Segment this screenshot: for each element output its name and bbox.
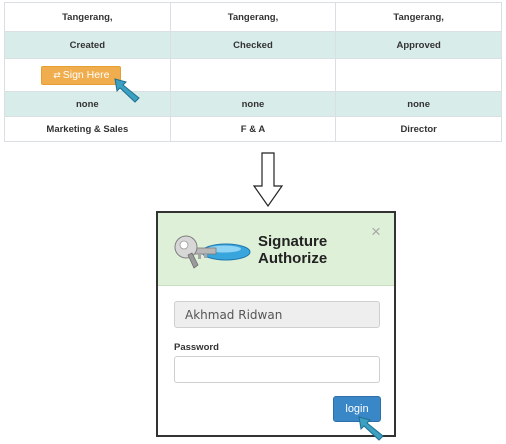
table-cell: Director: [335, 116, 502, 142]
modal-title: Signature Authorize: [258, 233, 368, 267]
table-cell: Checked: [169, 31, 337, 59]
table-cell: Created: [4, 31, 171, 59]
close-icon[interactable]: ×: [371, 223, 381, 240]
pointer-cursor-icon: [358, 416, 384, 441]
modal-header: Signature Authorize ×: [158, 213, 394, 286]
table-row: none none none: [4, 91, 502, 117]
password-label: Password: [174, 342, 219, 353]
signature-cell: [169, 58, 337, 92]
table-cell: F & A: [169, 116, 337, 142]
table-cell: Tangerang,: [169, 2, 337, 32]
refresh-icon: ⇄: [53, 69, 61, 80]
table-row: Created Checked Approved: [4, 31, 502, 59]
username-field[interactable]: Akhmad Ridwan: [174, 301, 380, 328]
signature-modal: Signature Authorize × Akhmad Ridwan Pass…: [156, 211, 396, 437]
table-cell: Tangerang,: [4, 2, 171, 32]
table-cell: none: [4, 91, 171, 117]
pointer-cursor-icon: [114, 78, 140, 103]
sign-here-label: Sign Here: [62, 68, 110, 81]
modal-title-line-1: Signature: [258, 233, 328, 250]
signature-cell: [335, 58, 502, 92]
key-icon: [174, 235, 251, 269]
table-cell: none: [169, 91, 337, 117]
table-row: Tangerang, Tangerang, Tangerang,: [4, 2, 502, 32]
table-cell: Tangerang,: [335, 2, 502, 32]
signature-table: Tangerang, Tangerang, Tangerang, Created…: [4, 2, 502, 142]
table-cell: Marketing & Sales: [4, 116, 171, 142]
signature-cell: ⇄ Sign Here: [4, 58, 171, 92]
arrow-down-icon: [252, 152, 284, 208]
table-row: ⇄ Sign Here: [4, 58, 502, 92]
modal-title-line-2: Authorize: [258, 250, 328, 267]
table-cell: none: [335, 91, 502, 117]
password-field[interactable]: [174, 356, 380, 383]
table-cell: Approved: [335, 31, 502, 59]
sign-here-button[interactable]: ⇄ Sign Here: [41, 65, 122, 85]
table-row: Marketing & Sales F & A Director: [4, 116, 502, 142]
